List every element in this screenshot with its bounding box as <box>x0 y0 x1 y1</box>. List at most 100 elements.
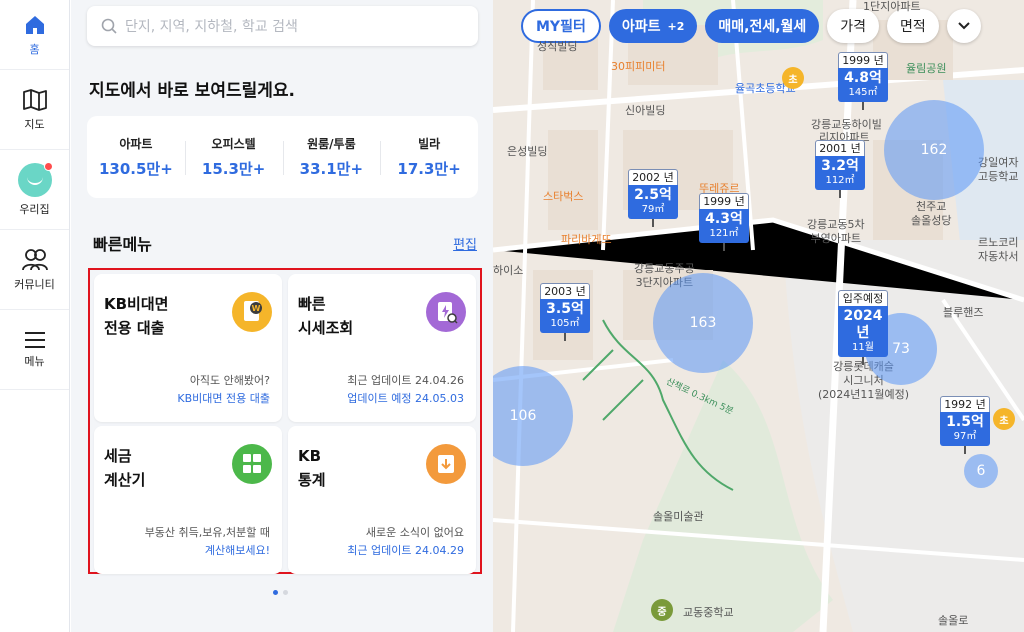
price-pin[interactable]: 1992 년 1.5억 97㎡ <box>940 396 990 454</box>
price-lookup-icon <box>426 292 466 332</box>
presale-pin[interactable]: 입주예정 2024년 11월 <box>838 290 888 365</box>
deal-type-chip[interactable]: 매매,전세,월세 <box>705 9 820 43</box>
pin-area: 145㎡ <box>848 87 878 98</box>
elementary-school-badge[interactable]: 초 <box>993 408 1015 430</box>
stat-value: 15.3만+ <box>201 160 266 178</box>
card-tax-calculator[interactable]: 세금 계산기 부동산 취득,보유,처분할 때 계산해보세요! <box>94 426 282 574</box>
card-quick-price[interactable]: 빠른 시세조회 최근 업데이트 24.04.26 업데이트 예정 24.05.0… <box>288 274 476 422</box>
map-icon <box>22 88 47 111</box>
map-view[interactable]: MY필터 아파트 +2 매매,전세,월세 가격 면적 성직빌딩 30피피미터 율곡… <box>493 0 1024 632</box>
search-placeholder: 단지, 지역, 지하철, 학교 검색 <box>125 19 298 35</box>
map-label: 율림공원 <box>906 62 947 75</box>
chip-count: +2 <box>667 19 685 33</box>
price-pin[interactable]: 1999 년 4.3억 121㎡ <box>699 193 749 251</box>
map-cluster[interactable]: 162 <box>884 100 984 200</box>
stat-villa[interactable]: 빌라 17.3만+ <box>380 135 478 179</box>
price-pin[interactable]: 1999 년 4.8억 145㎡ <box>838 52 888 110</box>
middle-school-badge[interactable]: 중 <box>651 599 673 621</box>
map-label: 파리바게뜨 <box>561 233 612 246</box>
card-subtitle: 아직도 안해봤어? <box>189 374 270 387</box>
nav-label: 우리집 <box>19 202 50 216</box>
pin-year: 1999 년 <box>838 52 888 68</box>
pin-year: 2003 년 <box>540 283 590 299</box>
pin-price: 3.5억 <box>546 301 584 317</box>
card-link[interactable]: 업데이트 예정 24.05.03 <box>347 390 464 406</box>
card-link[interactable]: 최근 업데이트 24.04.29 <box>347 542 464 558</box>
edit-quick-menu-link[interactable]: 편집 <box>453 234 477 253</box>
price-pin[interactable]: 2002 년 2.5억 79㎡ <box>628 169 678 227</box>
map-label: 은성빌딩 <box>507 145 548 158</box>
card-subtitle: 부동산 취득,보유,처분할 때 <box>144 526 270 539</box>
elementary-school-badge[interactable]: 초 <box>782 67 804 89</box>
search-icon <box>101 18 117 34</box>
left-nav-rail: 홈 지도 우리집 커뮤니티 메뉴 <box>0 0 70 632</box>
stat-officetel[interactable]: 오피스텔 15.3만+ <box>184 135 283 179</box>
map-label: 솔올로 <box>938 614 969 627</box>
map-cluster[interactable]: 163 <box>653 273 753 373</box>
stat-value: 17.3만+ <box>397 160 461 178</box>
pin-area: 97㎡ <box>953 431 977 442</box>
chevron-down-icon <box>958 22 970 30</box>
nav-menu[interactable]: 메뉴 <box>0 310 69 390</box>
nav-label: 메뉴 <box>24 354 45 368</box>
stat-apartment[interactable]: 아파트 130.5만+ <box>87 135 185 179</box>
map-label: 강일여자 고등학교 <box>978 156 1019 183</box>
pin-year: 1992 년 <box>940 396 990 412</box>
stat-value: 33.1만+ <box>299 160 364 178</box>
map-label: 르노코리 자동차서 <box>978 236 1019 263</box>
avatar <box>17 161 53 197</box>
menu-icon <box>24 331 45 348</box>
home-icon <box>25 15 44 34</box>
card-link[interactable]: 계산해보세요! <box>205 542 270 558</box>
property-type-chip[interactable]: 아파트 +2 <box>608 9 698 43</box>
carousel-dot[interactable] <box>273 590 278 595</box>
price-pin[interactable]: 2001 년 3.2억 112㎡ <box>815 140 865 198</box>
pin-year: 2002 년 <box>628 169 678 185</box>
chip-label: 아파트 <box>621 19 661 35</box>
pin-price: 4.8억 <box>844 70 882 86</box>
price-filter-chip[interactable]: 가격 <box>827 9 880 43</box>
map-label: 솔올미술관 <box>653 510 704 523</box>
nav-map[interactable]: 지도 <box>0 70 69 150</box>
property-stats: 아파트 130.5만+ 오피스텔 15.3만+ 원룸/투룸 33.1만+ 빌라 … <box>87 116 478 198</box>
map-filter-bar: MY필터 아파트 +2 매매,전세,월세 가격 면적 <box>521 9 981 43</box>
pin-year: 2001 년 <box>815 140 865 156</box>
nav-community[interactable]: 커뮤니티 <box>0 230 69 310</box>
more-filters-button[interactable] <box>946 9 981 43</box>
nav-home[interactable]: 홈 <box>0 0 69 70</box>
page-title: 지도에서 바로 보여드릴게요. <box>89 81 295 101</box>
card-link[interactable]: KB비대면 전용 대출 <box>177 390 270 406</box>
pin-area: 112㎡ <box>825 175 855 186</box>
my-filter-chip[interactable]: MY필터 <box>521 9 601 43</box>
map-label: 강릉교동하이빌 <box>811 118 882 131</box>
map-cluster[interactable]: 6 <box>964 454 998 488</box>
quick-menu-title: 빠른메뉴 <box>93 235 152 254</box>
map-label: 하이소 <box>493 264 524 277</box>
card-kb-statistics[interactable]: KB 통계 새로운 소식이 없어요 최근 업데이트 24.04.29 <box>288 426 476 574</box>
pin-area: 11월 <box>852 342 874 353</box>
pin-price: 3.2억 <box>821 158 859 174</box>
carousel-dot[interactable] <box>283 590 288 595</box>
pin-area: 105㎡ <box>550 318 580 329</box>
stat-label: 아파트 <box>119 137 153 151</box>
price-pin[interactable]: 2003 년 3.5억 105㎡ <box>540 283 590 341</box>
map-label: 신아빌딩 <box>625 104 666 117</box>
nav-my-home[interactable]: 우리집 <box>0 150 69 230</box>
nav-label: 지도 <box>24 117 45 131</box>
chip-label: MY필터 <box>536 19 586 35</box>
pin-price: 2.5억 <box>634 187 672 203</box>
nav-label: 커뮤니티 <box>14 277 55 291</box>
card-subtitle: 새로운 소식이 없어요 <box>365 526 464 539</box>
stat-label: 원룸/투룸 <box>307 137 356 151</box>
map-label: 교동중학교 <box>683 606 734 619</box>
stat-label: 오피스텔 <box>211 137 256 151</box>
map-label: 블루핸즈 <box>943 306 984 319</box>
map-label: 강릉교동5차 부영아파트 <box>807 218 865 245</box>
stat-oneroom[interactable]: 원룸/투룸 33.1만+ <box>282 135 381 179</box>
quick-menu-cards: KB비대면 전용 대출 W 아직도 안해봤어? KB비대면 전용 대출 빠른 시… <box>88 268 482 574</box>
card-kb-loan[interactable]: KB비대면 전용 대출 W 아직도 안해봤어? KB비대면 전용 대출 <box>94 274 282 422</box>
search-input[interactable]: 단지, 지역, 지하철, 학교 검색 <box>87 6 478 46</box>
svg-text:W: W <box>252 304 261 313</box>
card-subtitle: 최근 업데이트 24.04.26 <box>347 374 464 387</box>
area-filter-chip[interactable]: 면적 <box>887 9 939 43</box>
